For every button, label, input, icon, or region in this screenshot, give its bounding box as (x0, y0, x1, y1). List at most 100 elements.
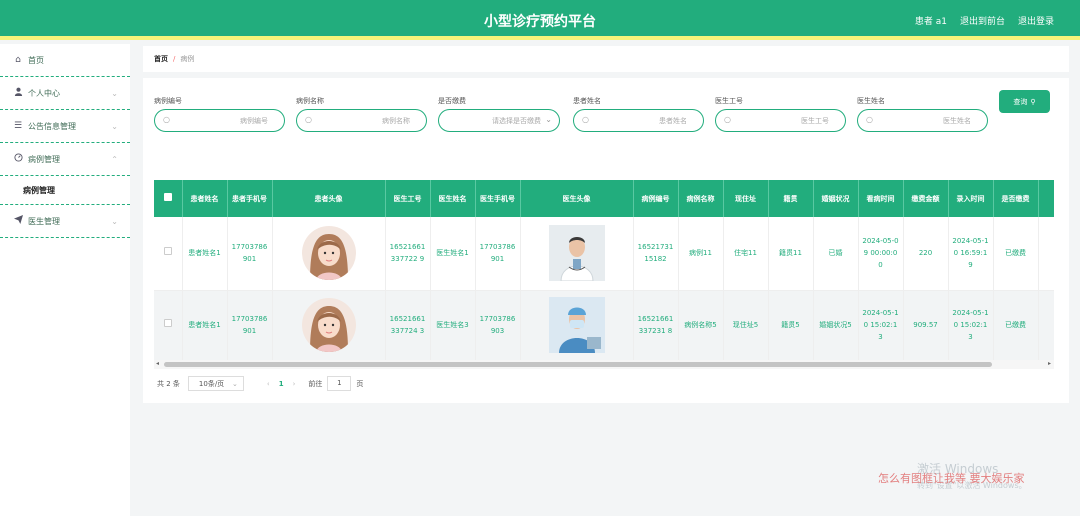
table-cell: 2024-05-09 00:00:00 (858, 217, 904, 291)
column-header[interactable]: 是否缴费 (993, 180, 1039, 217)
sidebar-item-personal-center[interactable]: 个人中心 ⌄ (0, 77, 130, 110)
field-label: 医生姓名 (857, 97, 885, 105)
breadcrumb: 首页 / 病例 (143, 46, 1069, 72)
table-cell: 16521661337722 9 (385, 217, 431, 291)
field-label: 是否缴费 (438, 97, 466, 105)
column-header[interactable]: 病例编号 (633, 180, 679, 217)
table-cell: 籍贯5 (768, 290, 814, 361)
chevron-down-icon: ⌄ (111, 121, 118, 131)
overlay-watermark: 怎么有图框让我等 要大娱乐家 (878, 472, 1025, 485)
current-user-link[interactable]: 患者 a1 (915, 14, 947, 27)
query-button[interactable]: 查询 ⚲ (999, 90, 1050, 113)
chevron-down-icon: ⌄ (545, 115, 552, 124)
paid-select[interactable]: 请选择是否缴费 ⌄ (438, 109, 560, 132)
input-placeholder: 病例编号 (240, 117, 268, 125)
sidebar-item-home[interactable]: ⌂ 首页 (0, 44, 130, 77)
scroll-left-icon[interactable]: ◂ (156, 360, 159, 367)
search-field-paid: 是否缴费 请选择是否缴费 ⌄ (438, 96, 560, 132)
column-header[interactable]: 现住址 (723, 180, 769, 217)
row-checkbox[interactable] (154, 217, 183, 291)
column-header[interactable]: 看病时间 (858, 180, 904, 217)
table-row[interactable]: 患者姓名1 17703786901 (154, 217, 1054, 291)
scrollbar-thumb[interactable] (164, 362, 992, 367)
page-number[interactable]: 1 (279, 380, 284, 388)
table-cell: 病例名称5 (678, 290, 724, 361)
search-icon: ○ (163, 115, 170, 124)
table-row[interactable]: 患者姓名1 17703786901 (154, 290, 1054, 361)
home-icon: ⌂ (15, 55, 21, 65)
table-cell: 住宅11 (723, 217, 769, 291)
column-header[interactable]: 缴费金额 (903, 180, 949, 217)
doctor-image (548, 297, 605, 353)
column-header[interactable]: 医生姓名 (430, 180, 476, 217)
query-button-label: 查询 (1013, 97, 1028, 106)
search-field-case-number: 病例编号 ○ 病例编号 (154, 96, 285, 132)
table-cell: 2024-05-10 15:02:13 (858, 290, 904, 361)
field-label: 患者姓名 (573, 97, 601, 105)
table-cell: 16521661337724 3 (385, 290, 431, 361)
chevron-down-icon: ⌄ (111, 216, 118, 226)
breadcrumb-home[interactable]: 首页 (154, 54, 168, 64)
case-name-input[interactable]: ○ 病例名称 (296, 109, 427, 132)
table-cell: 已缴费 (993, 217, 1039, 291)
logout-link[interactable]: 退出登录 (1018, 14, 1054, 27)
column-header[interactable]: 婚姻状况 (813, 180, 859, 217)
search-icon: ○ (724, 115, 731, 124)
column-header[interactable]: 患者手机号 (227, 180, 273, 217)
table-cell-filler (1038, 290, 1054, 361)
chevron-down-icon: ⌄ (111, 88, 118, 98)
column-header[interactable]: 患者头像 (272, 180, 386, 217)
table-cell: 17703786901 (475, 217, 521, 291)
sidebar-item-label: 公告信息管理 (28, 121, 76, 131)
field-label: 病例名称 (296, 97, 324, 105)
sidebar-item-label: 病例管理 (28, 154, 60, 164)
breadcrumb-current: 病例 (180, 55, 195, 63)
horizontal-scrollbar[interactable]: ◂ ▸ (154, 360, 1054, 369)
avatar (301, 226, 356, 281)
chevron-down-icon: ⌄ (232, 379, 238, 388)
column-header[interactable]: 录入时间 (948, 180, 994, 217)
search-field-doctor-name: 医生姓名 ○ 医生姓名 (857, 96, 988, 132)
search-icon: ○ (866, 115, 873, 124)
page-unit-label: 页 (356, 379, 364, 388)
column-header[interactable]: 病例名称 (678, 180, 724, 217)
goto-page-input[interactable]: 1 (327, 376, 352, 391)
input-placeholder: 医生工号 (801, 117, 829, 125)
back-to-frontend-link[interactable]: 退出到前台 (960, 14, 1005, 27)
case-number-input[interactable]: ○ 病例编号 (154, 109, 285, 132)
column-header[interactable]: 籍贯 (768, 180, 814, 217)
sidebar-item-doctor-management[interactable]: 医生管理 ⌄ (0, 205, 130, 238)
row-checkbox[interactable] (154, 290, 183, 361)
list-icon: ☰ (13, 121, 23, 131)
input-placeholder: 病例名称 (382, 117, 410, 125)
column-header[interactable]: 医生手机号 (475, 180, 521, 217)
select-all-checkbox[interactable] (154, 180, 183, 217)
doctor-id-input[interactable]: ○ 医生工号 (715, 109, 846, 132)
top-links: 患者 a1 退出到前台 退出登录 (915, 14, 1054, 27)
page-size-value: 10条/页 (198, 379, 225, 388)
prev-page-button[interactable]: ‹ (267, 380, 270, 388)
select-placeholder: 请选择是否缴费 (492, 117, 541, 125)
next-page-button[interactable]: › (293, 380, 296, 388)
sidebar-item-label: 首页 (28, 55, 44, 65)
patient-avatar (272, 217, 386, 291)
table-cell: 医生姓名3 (430, 290, 476, 361)
field-label: 医生工号 (715, 97, 743, 105)
field-label: 病例编号 (154, 97, 182, 105)
table-cell: 17703786901 (227, 290, 273, 361)
column-header[interactable]: 医生工号 (385, 180, 431, 217)
sidebar-item-case-management[interactable]: 病例管理 ⌃ (0, 143, 130, 176)
column-header-filler (1038, 180, 1054, 217)
total-count: 共 2 条 (157, 379, 180, 388)
sidebar-item-label: 个人中心 (28, 88, 60, 98)
column-header[interactable]: 患者姓名 (182, 180, 228, 217)
patient-name-input[interactable]: ○ 患者姓名 (573, 109, 704, 132)
doctor-photo (520, 217, 634, 291)
page-size-select[interactable]: 10条/页 ⌄ (187, 376, 244, 391)
sidebar-subitem-case-management[interactable]: 病例管理 (0, 176, 130, 205)
doctor-name-input[interactable]: ○ 医生姓名 (857, 109, 988, 132)
column-header[interactable]: 医生头像 (520, 180, 634, 217)
search-icon: ⚲ (1030, 97, 1036, 106)
sidebar-item-announcements[interactable]: ☰ 公告信息管理 ⌄ (0, 110, 130, 143)
scroll-right-icon[interactable]: ▸ (1048, 360, 1051, 367)
